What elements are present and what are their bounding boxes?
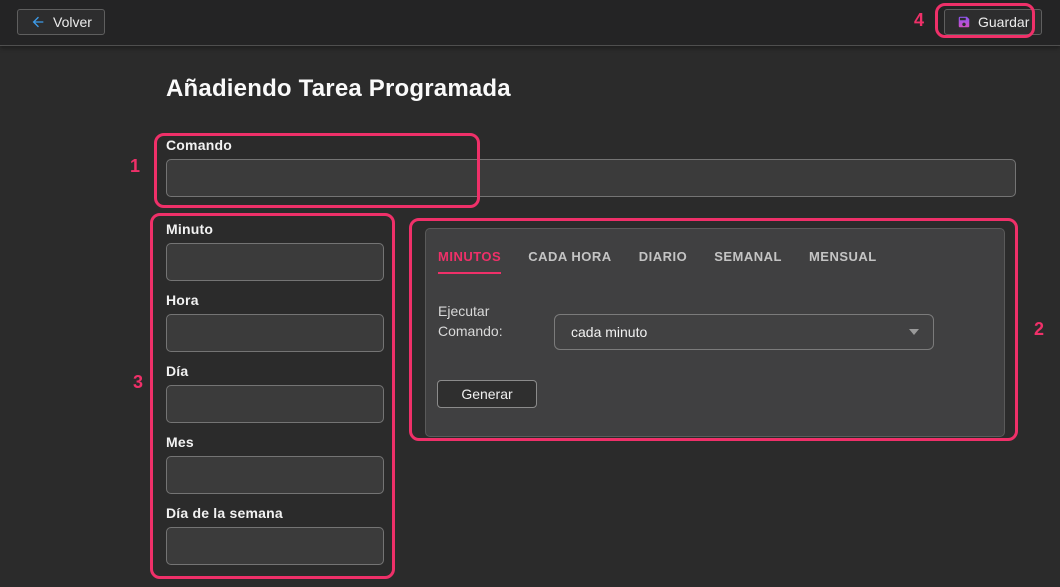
tab-minutos[interactable]: MINUTOS [438, 249, 501, 274]
page-title: Añadiendo Tarea Programada [166, 75, 511, 103]
frequency-select[interactable]: cada minuto [554, 314, 934, 350]
save-button[interactable]: Guardar [944, 9, 1042, 35]
tab-mensual[interactable]: MENSUAL [809, 249, 877, 274]
command-input[interactable] [166, 159, 1016, 197]
save-button-label: Guardar [978, 14, 1029, 30]
chevron-down-icon [909, 329, 919, 335]
tab-semanal[interactable]: SEMANAL [714, 249, 782, 274]
hour-input[interactable] [166, 314, 384, 352]
generate-button[interactable]: Generar [437, 380, 537, 408]
day-label: Día [166, 363, 384, 379]
tab-cada-hora[interactable]: CADA HORA [528, 249, 611, 274]
day-field-group: Día [166, 363, 384, 423]
save-icon [957, 15, 971, 29]
hour-field-group: Hora [166, 292, 384, 352]
frequency-select-value: cada minuto [571, 324, 909, 340]
command-label: Comando [166, 137, 1016, 153]
tab-diario[interactable]: DIARIO [639, 249, 688, 274]
minute-label: Minuto [166, 221, 384, 237]
add-scheduled-task-screen: Volver Guardar Añadiendo Tarea Programad… [0, 0, 1060, 587]
annotation-label-2: 2 [1034, 319, 1044, 340]
hour-label: Hora [166, 292, 384, 308]
back-arrow-icon [30, 14, 46, 30]
back-button[interactable]: Volver [17, 9, 105, 35]
weekday-field-group: Día de la semana [166, 505, 384, 565]
minute-field-group: Minuto [166, 221, 384, 281]
weekday-input[interactable] [166, 527, 384, 565]
minute-input[interactable] [166, 243, 384, 281]
back-button-label: Volver [53, 14, 92, 30]
topbar: Volver Guardar [0, 0, 1060, 46]
execute-command-label: Ejecutar Comando: [438, 301, 528, 341]
month-input[interactable] [166, 456, 384, 494]
month-label: Mes [166, 434, 384, 450]
month-field-group: Mes [166, 434, 384, 494]
command-field-group: Comando [166, 137, 1016, 197]
schedule-generator-panel: MINUTOS CADA HORA DIARIO SEMANAL MENSUAL… [425, 228, 1005, 437]
day-input[interactable] [166, 385, 384, 423]
cron-fields-column: Minuto Hora Día Mes Día de la semana [166, 221, 384, 576]
annotation-label-1: 1 [130, 156, 140, 177]
weekday-label: Día de la semana [166, 505, 384, 521]
annotation-label-3: 3 [133, 372, 143, 393]
schedule-tabs: MINUTOS CADA HORA DIARIO SEMANAL MENSUAL [438, 249, 877, 274]
